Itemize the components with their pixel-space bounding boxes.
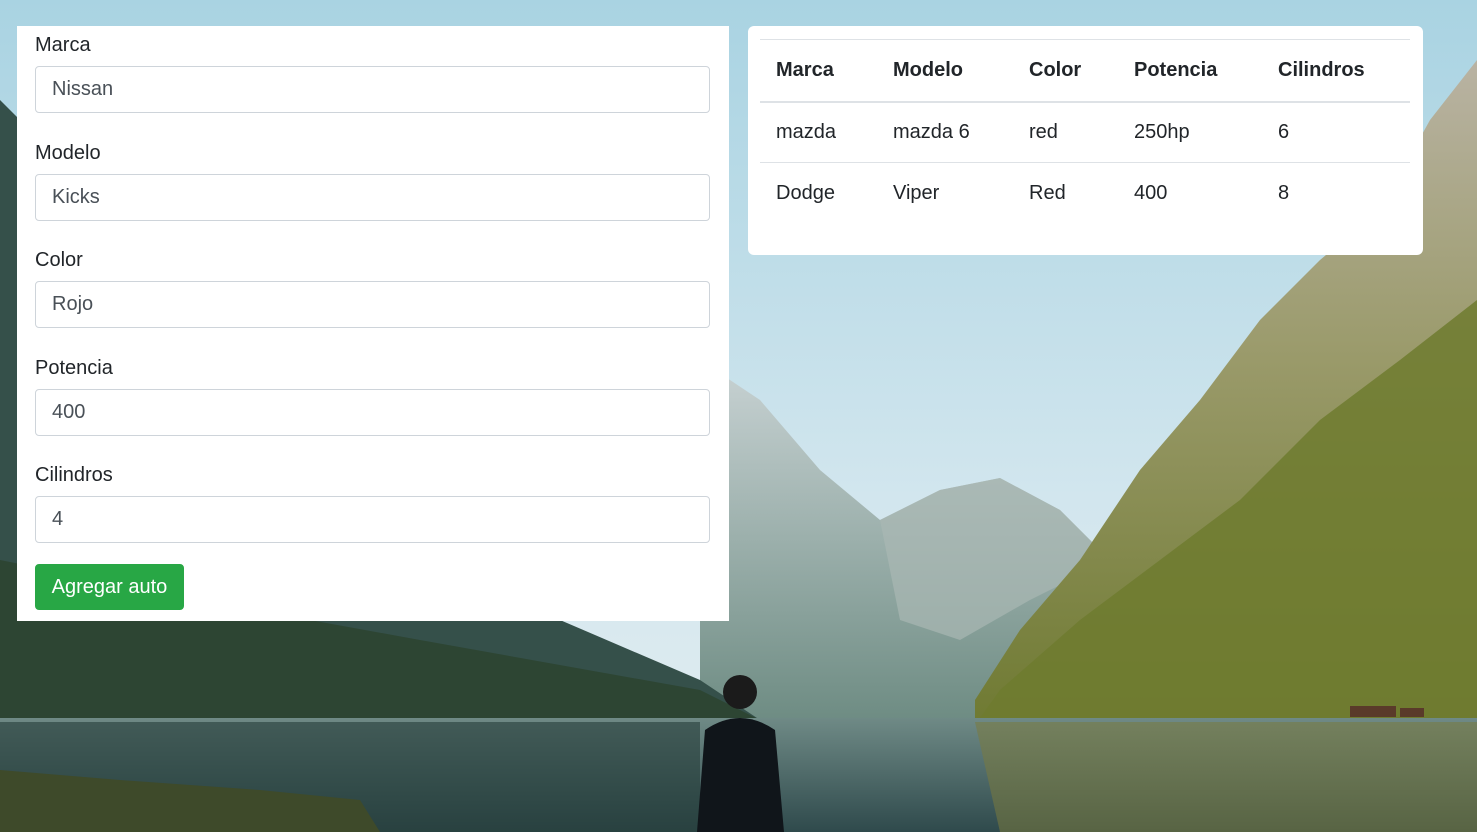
cell-potencia: 400 <box>1118 162 1262 224</box>
header-cilindros: Cilindros <box>1262 39 1410 103</box>
marca-input[interactable] <box>35 66 710 113</box>
modelo-field-group: Modelo <box>35 139 710 221</box>
cell-potencia: 250hp <box>1134 120 1190 143</box>
add-car-form: Marca Modelo Color Potencia Cilindros Ag… <box>17 26 729 621</box>
cell-cilindros: 8 <box>1262 162 1410 224</box>
marca-field-group: Marca <box>35 31 710 113</box>
cell-modelo: mazda 6 <box>893 120 970 143</box>
cars-table-card: Marca Modelo Color Potencia Cilindros ma… <box>748 26 1423 255</box>
header-color: Color <box>1013 39 1118 103</box>
color-input[interactable] <box>35 281 710 328</box>
cilindros-input[interactable] <box>35 496 710 543</box>
potencia-input[interactable] <box>35 389 710 436</box>
table-row: mazda mazda 6 red 250hp 6 <box>760 102 1410 163</box>
header-modelo: Modelo <box>877 39 1013 103</box>
potencia-field-group: Potencia <box>35 354 710 436</box>
header-potencia: Potencia <box>1118 39 1262 103</box>
add-car-button[interactable]: Agregar auto <box>35 564 184 610</box>
header-marca: Marca <box>760 39 877 103</box>
cell-marca: mazda <box>776 120 837 143</box>
cell-color: Red <box>1013 162 1118 224</box>
marca-label: Marca <box>35 34 91 56</box>
potencia-label: Potencia <box>35 357 113 379</box>
color-label: Color <box>35 249 83 271</box>
table-row: Dodge Viper Red 400 8 <box>760 162 1410 224</box>
cell-color: red <box>1029 120 1058 143</box>
cars-table: Marca Modelo Color Potencia Cilindros ma… <box>760 39 1410 224</box>
modelo-input[interactable] <box>35 174 710 221</box>
cilindros-field-group: Cilindros <box>35 461 710 543</box>
modelo-label: Modelo <box>35 142 101 164</box>
cilindros-label: Cilindros <box>35 464 113 486</box>
color-field-group: Color <box>35 246 710 328</box>
cell-modelo: Viper <box>877 162 1013 224</box>
table-header-row: Marca Modelo Color Potencia Cilindros <box>760 39 1410 103</box>
cell-marca: Dodge <box>760 162 877 224</box>
cell-cilindros: 6 <box>1278 120 1290 143</box>
